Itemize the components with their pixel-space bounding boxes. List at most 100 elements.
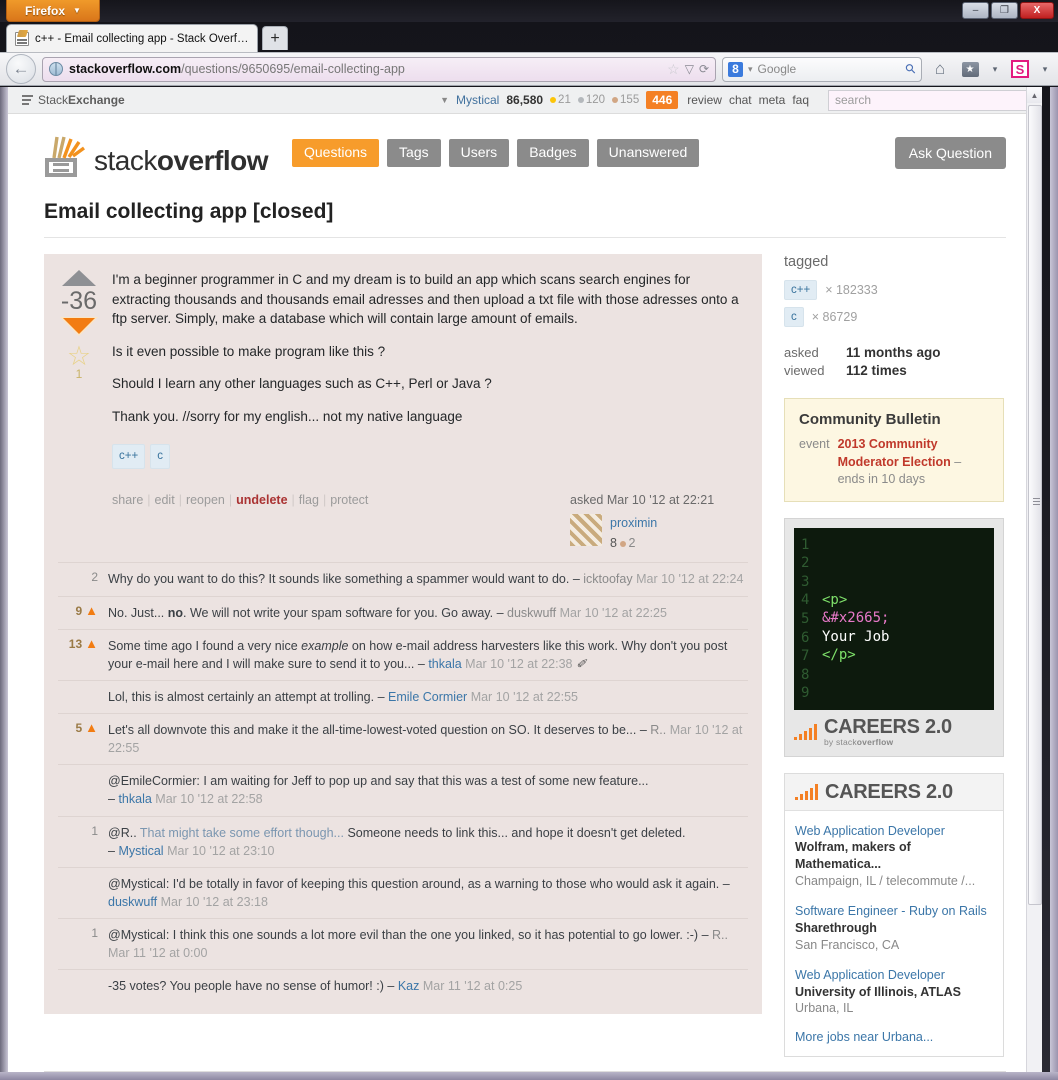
comment-author[interactable]: Kaz — [398, 979, 420, 993]
ask-question-button[interactable]: Ask Question — [895, 137, 1006, 169]
chevron-down-icon[interactable]: ▽ — [685, 62, 694, 76]
comment-date: Mar 10 '12 at 22:55 — [471, 690, 578, 704]
comment-upvote-icon[interactable]: ▲ — [85, 721, 98, 734]
comment-author[interactable]: duskwuff — [507, 606, 556, 620]
comment-body: @R.. That might take some effort though.… — [102, 824, 748, 860]
nav-link-review[interactable]: review — [687, 93, 722, 107]
browser-tab[interactable]: c++ - Email collecting app - Stack Overf… — [6, 24, 258, 52]
careers-byline: by stackoverflow — [824, 737, 952, 747]
post-actions: share | edit | reopen | undelete | flag | pro… — [112, 491, 368, 509]
scrollbar-grip-icon — [1033, 496, 1040, 507]
tag-c[interactable]: c — [150, 444, 170, 469]
bookmarks-caret[interactable]: ▾ — [988, 56, 1002, 82]
bulletin-event-link[interactable]: 2013 Community Moderator Election — [838, 437, 951, 469]
job-title[interactable]: Software Engineer - Ruby on Rails — [795, 903, 993, 920]
close-button[interactable]: X — [1020, 2, 1054, 19]
site-search-input[interactable]: search — [828, 90, 1028, 111]
chevron-down-icon[interactable]: ▾ — [748, 64, 753, 75]
comment-author[interactable]: thkala — [428, 657, 461, 671]
nav-button-badges[interactable]: Badges — [517, 139, 588, 166]
extension-button[interactable]: S — [1008, 56, 1032, 82]
comment-upvote-icon[interactable]: ▲ — [85, 604, 98, 617]
comment-author[interactable]: duskwuff — [108, 895, 157, 909]
job-listings-header: CAREERS 2.0 — [785, 774, 1003, 811]
stack-exchange-menu[interactable]: StackExchange ⱟ — [22, 93, 130, 107]
action-flag[interactable]: flag — [299, 491, 319, 509]
address-bar[interactable]: stackoverflow.com/questions/9650695/emai… — [42, 57, 716, 82]
comment-item: -35 votes? You people have no sense of h… — [58, 970, 748, 1002]
nav-button-unanswered[interactable]: Unanswered — [597, 139, 700, 166]
current-username[interactable]: Mystical — [456, 93, 499, 107]
upvote-icon[interactable] — [62, 270, 96, 286]
bulletin-event-text: 2013 Community Moderator Election – ends… — [838, 436, 989, 489]
browser-search-input[interactable]: Google — [758, 62, 902, 76]
tab-strip: c++ - Email collecting app - Stack Overf… — [0, 22, 1058, 52]
action-protect[interactable]: protect — [330, 491, 368, 509]
user-status-area: ▼ Mystical 86,580 21 120 155 446 review … — [440, 90, 1028, 111]
nav-button-questions[interactable]: Questions — [292, 139, 379, 166]
action-reopen[interactable]: reopen — [186, 491, 225, 509]
comment-upvote-icon[interactable]: ▲ — [85, 637, 98, 650]
maximize-button[interactable]: ❐ — [991, 2, 1018, 19]
comment-author[interactable]: Mystical — [118, 844, 163, 858]
comment-author[interactable]: icktoofay — [583, 572, 632, 586]
search-icon[interactable]: ⚲ — [902, 60, 920, 78]
browser-search-bar[interactable]: 8 ▾ Google ⚲ — [722, 57, 922, 82]
careers-ad-footer: CAREERS 2.0 by stackoverflow — [785, 710, 1003, 756]
nav-link-chat[interactable]: chat — [729, 93, 752, 107]
scrollbar-up-button[interactable]: ▲ — [1027, 87, 1042, 103]
sidebar: tagged c++ × 182333 c × 86729 asked 11 m… — [784, 254, 1004, 1057]
job-company: University of Illinois, ATLAS — [795, 984, 993, 1001]
more-jobs-link[interactable]: More jobs near Urbana... — [795, 1030, 993, 1044]
action-undelete[interactable]: undelete — [236, 491, 287, 509]
back-button[interactable]: ← — [6, 54, 36, 84]
nav-button-tags[interactable]: Tags — [387, 139, 441, 166]
chevron-down-icon: ▾ — [1043, 64, 1048, 75]
comment-author[interactable]: thkala — [118, 792, 151, 806]
code-line: </p> — [822, 646, 889, 665]
stackoverflow-logo-icon — [44, 132, 86, 178]
comment-inline-link[interactable]: That might take some effort though... — [140, 826, 344, 840]
scrollbar-thumb[interactable] — [1028, 105, 1042, 905]
comment-edit-icon[interactable]: ✐ — [576, 657, 586, 671]
sidebar-tag-c[interactable]: c — [784, 307, 804, 327]
sidebar-tag-cpp[interactable]: c++ — [784, 280, 817, 300]
job-item[interactable]: Web Application Developer Wolfram, maker… — [795, 823, 993, 891]
job-title[interactable]: Web Application Developer — [795, 823, 993, 840]
favorite-star-icon[interactable]: ☆ — [58, 343, 100, 370]
careers-ad[interactable]: 12 34 56 78 9 <p> &#x2665; Your Job </p> — [784, 518, 1004, 757]
vote-score: -36 — [58, 288, 100, 316]
question-stats: asked 11 months ago viewed 112 times — [784, 345, 1004, 378]
nav-link-meta[interactable]: meta — [759, 93, 786, 107]
home-button[interactable]: ⌂ — [928, 56, 952, 82]
avatar[interactable] — [570, 514, 602, 546]
question-paragraph: Is it even possible to make program like… — [112, 342, 748, 362]
comment-author[interactable]: R.. — [650, 723, 666, 737]
action-edit[interactable]: edit — [155, 491, 175, 509]
author-name[interactable]: proximin — [610, 514, 657, 532]
downvote-icon[interactable] — [60, 317, 98, 337]
new-tab-button[interactable]: + — [262, 26, 288, 50]
firefox-menu-button[interactable]: Firefox ▼ — [6, 0, 100, 22]
comment-body: No. Just... no. We will not write your s… — [102, 604, 748, 622]
review-count-badge[interactable]: 446 — [646, 91, 678, 109]
reload-icon[interactable]: ⟳ — [699, 62, 709, 76]
job-item[interactable]: Web Application Developer University of … — [795, 967, 993, 1018]
job-item[interactable]: Software Engineer - Ruby on Rails Sharet… — [795, 903, 993, 954]
bookmarks-button[interactable]: ★ — [958, 56, 982, 82]
comment-author[interactable]: Emile Cormier — [388, 690, 467, 704]
tag-cpp[interactable]: c++ — [112, 444, 145, 469]
page-scrollbar[interactable]: ▲ — [1026, 87, 1042, 1072]
stackoverflow-logo[interactable]: stackoverflow — [44, 132, 268, 178]
bookmark-star-icon[interactable]: ☆ — [667, 61, 680, 78]
comment-author[interactable]: R.. — [712, 928, 728, 942]
toolbar-overflow-button[interactable]: ▾ — [1038, 56, 1052, 82]
action-share[interactable]: share — [112, 491, 143, 509]
minimize-button[interactable]: – — [962, 2, 989, 19]
nav-link-faq[interactable]: faq — [792, 93, 809, 107]
question-paragraph: Should I learn any other languages such … — [112, 374, 748, 394]
nav-button-users[interactable]: Users — [449, 139, 510, 166]
job-title[interactable]: Web Application Developer — [795, 967, 993, 984]
inbox-caret-icon[interactable]: ▼ — [440, 95, 449, 105]
stat-value: 11 months ago — [846, 345, 941, 360]
